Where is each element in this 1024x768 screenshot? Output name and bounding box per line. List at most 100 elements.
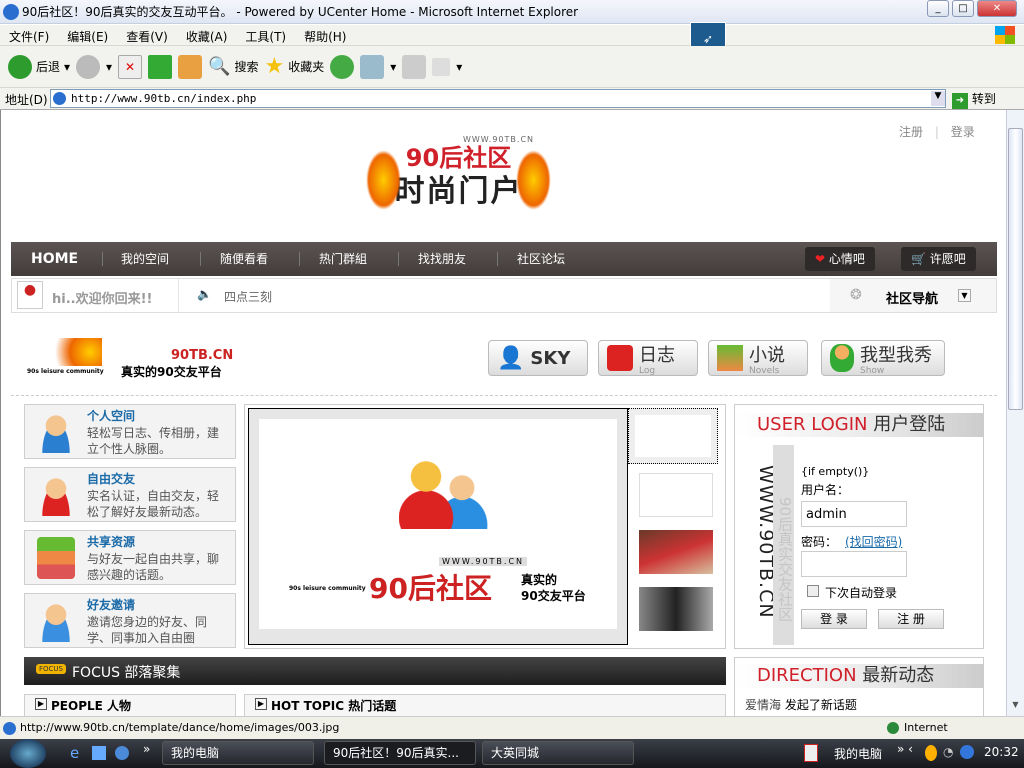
notebook-icon <box>607 345 633 371</box>
menu-edit[interactable]: 编辑(E) <box>58 25 117 48</box>
app-quicklaunch-icon[interactable] <box>115 746 129 760</box>
clock: 20:32 <box>984 745 1019 759</box>
quick-log[interactable]: 日志 Log <box>598 340 698 376</box>
task-dayingtongcheng[interactable]: 大英同城 <box>482 741 634 765</box>
web-page: 注册 | 登录 WWW.90TB.CN 90后社区 时尚门户 HOME 我的空间… <box>0 110 1006 716</box>
mood-button[interactable]: ❤ 心情吧 <box>805 247 875 271</box>
fireball-icon <box>42 338 102 366</box>
go-button[interactable]: ➜ 转到 <box>952 90 996 109</box>
nav-find-friends[interactable]: 找找朋友 <box>418 242 466 276</box>
feature-invite[interactable]: 好友邀请 邀请您身边的好友、同学、同事加入自由圈 <box>24 593 236 648</box>
brand-logo: 90s leisure community 90TB.CN 真实的90交友平台 <box>27 338 237 382</box>
books-icon <box>717 345 743 371</box>
expand-icon[interactable]: ▶ <box>255 698 267 710</box>
login-panel: USER LOGIN 用户登陆 WWW.90TB.CN 90后真实交友社区 {i… <box>734 404 984 649</box>
cart-icon: 🛒 <box>911 252 926 266</box>
user-female-icon <box>37 600 75 642</box>
minimize-button[interactable]: _ <box>927 0 949 17</box>
remember-checkbox[interactable] <box>807 585 819 597</box>
register-link[interactable]: 注册 <box>899 125 923 139</box>
nav-forum[interactable]: 社区论坛 <box>517 242 565 276</box>
slide-thumb-2[interactable] <box>639 473 713 517</box>
login-header: USER LOGIN 用户登陆 <box>735 413 983 437</box>
task-ie-window[interactable]: 90后社区！90后真实... <box>324 741 476 765</box>
page-icon <box>3 722 16 735</box>
user-red-icon <box>37 474 75 516</box>
stop-icon[interactable]: ✕ <box>118 54 143 79</box>
quick-show[interactable]: 我型我秀 Show <box>821 340 945 376</box>
login-side-text: WWW.90TB.CN <box>755 465 777 619</box>
address-input[interactable]: http://www.90tb.cn/index.php <box>50 89 946 108</box>
quick-novels[interactable]: 小说 Novels <box>708 340 808 376</box>
wish-button[interactable]: 🛒 许愿吧 <box>901 247 976 271</box>
print-icon[interactable] <box>402 54 427 79</box>
user-avatar[interactable]: ● <box>17 281 43 309</box>
scroll-down-arrow-icon[interactable]: ▼ <box>1008 700 1023 716</box>
qq-icon[interactable] <box>925 745 937 761</box>
windows-flag-icon <box>995 26 1015 44</box>
chevron-down-icon: ▼ <box>958 289 971 302</box>
register-button[interactable]: 注 册 <box>878 609 944 629</box>
back-button[interactable]: 后退 ▾ <box>8 54 70 79</box>
menu-bar: 文件(F) 编辑(E) 查看(V) 收藏(A) 工具(T) 帮助(H) <box>0 25 1024 46</box>
nav-groups[interactable]: 热门群組 <box>319 242 367 276</box>
slide-thumb-1[interactable] <box>628 408 718 464</box>
home-icon[interactable] <box>178 54 203 79</box>
slide-thumb-4[interactable] <box>639 587 713 631</box>
mail-icon[interactable] <box>360 54 385 79</box>
feature-share[interactable]: 共享资源 与好友一起自由共享，聊感兴趣的话题。 <box>24 530 236 585</box>
volume-icon[interactable]: ◔ <box>943 745 953 759</box>
nav-my-space[interactable]: 我的空间 <box>121 242 169 276</box>
quick-sky[interactable]: 👤 SKY <box>488 340 588 376</box>
menu-view[interactable]: 查看(V) <box>117 25 177 48</box>
menu-favorites[interactable]: 收藏(A) <box>177 25 237 48</box>
username-input[interactable] <box>801 501 907 527</box>
slide-main-image[interactable]: WWW.90TB.CN 90s leisure community 90后社区 … <box>248 408 628 645</box>
slideshow: WWW.90TB.CN 90s leisure community 90后社区 … <box>244 404 726 649</box>
desktop-quicklaunch-icon[interactable] <box>92 746 106 760</box>
favorites-button[interactable]: ★ 收藏夹 <box>265 54 325 79</box>
ie-quicklaunch-icon[interactable]: e <box>70 744 79 762</box>
vertical-scrollbar[interactable]: ▼ <box>1006 110 1024 716</box>
feature-personal-space[interactable]: 个人空间 轻松写日志、传相册，建立个性人脉圈。 <box>24 404 236 459</box>
star-icon: ★ <box>264 54 285 79</box>
focus-bar: FOCUS FOCUS 部落聚集 <box>24 657 726 685</box>
word-icon[interactable] <box>432 57 451 76</box>
menu-tools[interactable]: 工具(T) <box>236 25 295 48</box>
forgot-password-link[interactable]: (找回密码) <box>845 533 902 550</box>
notice-text[interactable]: 四点三刻 <box>224 288 272 305</box>
menu-help[interactable]: 帮助(H) <box>295 25 355 48</box>
close-button[interactable]: ✕ <box>977 0 1017 17</box>
password-input[interactable] <box>801 551 907 577</box>
go-arrow-icon: ➜ <box>952 93 968 109</box>
login-link[interactable]: 登录 <box>951 125 975 139</box>
community-nav-dropdown[interactable]: ❂ 社区导航 ▼ <box>830 279 996 312</box>
network-icon[interactable] <box>960 745 974 759</box>
nav-browse[interactable]: 随便看看 <box>220 242 268 276</box>
login-button[interactable]: 登 录 <box>801 609 867 629</box>
site-logo[interactable]: WWW.90TB.CN 90后社区 时尚门户 <box>366 135 551 230</box>
heart-icon: ❤ <box>815 252 826 266</box>
nav-home[interactable]: HOME <box>31 242 78 276</box>
task-my-computer[interactable]: 我的电脑 <box>162 741 314 765</box>
search-button[interactable]: 🔍 搜索 <box>208 56 258 77</box>
toolbar: 后退 ▾ ▾ ✕ 🔍 搜索 ★ 收藏夹 ▾ ▾ <box>0 46 1024 88</box>
focus-badge: FOCUS <box>36 664 66 674</box>
feature-free-dating[interactable]: 自由交友 实名认证，自由交友，轻松了解好友最新动态。 <box>24 467 236 522</box>
history-icon[interactable] <box>330 54 355 79</box>
user-headset-icon <box>37 411 75 453</box>
address-dropdown-icon[interactable]: ▼ <box>931 91 945 106</box>
maximize-button[interactable]: □ <box>952 0 974 17</box>
slide-thumb-3[interactable] <box>639 530 713 574</box>
forward-icon[interactable] <box>76 54 101 79</box>
tray-app-icon[interactable] <box>804 744 818 762</box>
refresh-icon[interactable] <box>148 54 173 79</box>
direction-user-link[interactable]: 爱情海 <box>745 698 781 712</box>
welcome-text: hi..欢迎你回来!! <box>52 292 153 307</box>
window-title: 90后社区！90后真实的交友互动平台。 - Powered by UCenter… <box>22 5 579 19</box>
user-green-icon <box>830 344 854 372</box>
start-button[interactable] <box>10 739 46 768</box>
menu-file[interactable]: 文件(F) <box>0 25 58 48</box>
scroll-thumb[interactable] <box>1008 128 1023 410</box>
expand-icon[interactable]: ▶ <box>35 698 47 710</box>
